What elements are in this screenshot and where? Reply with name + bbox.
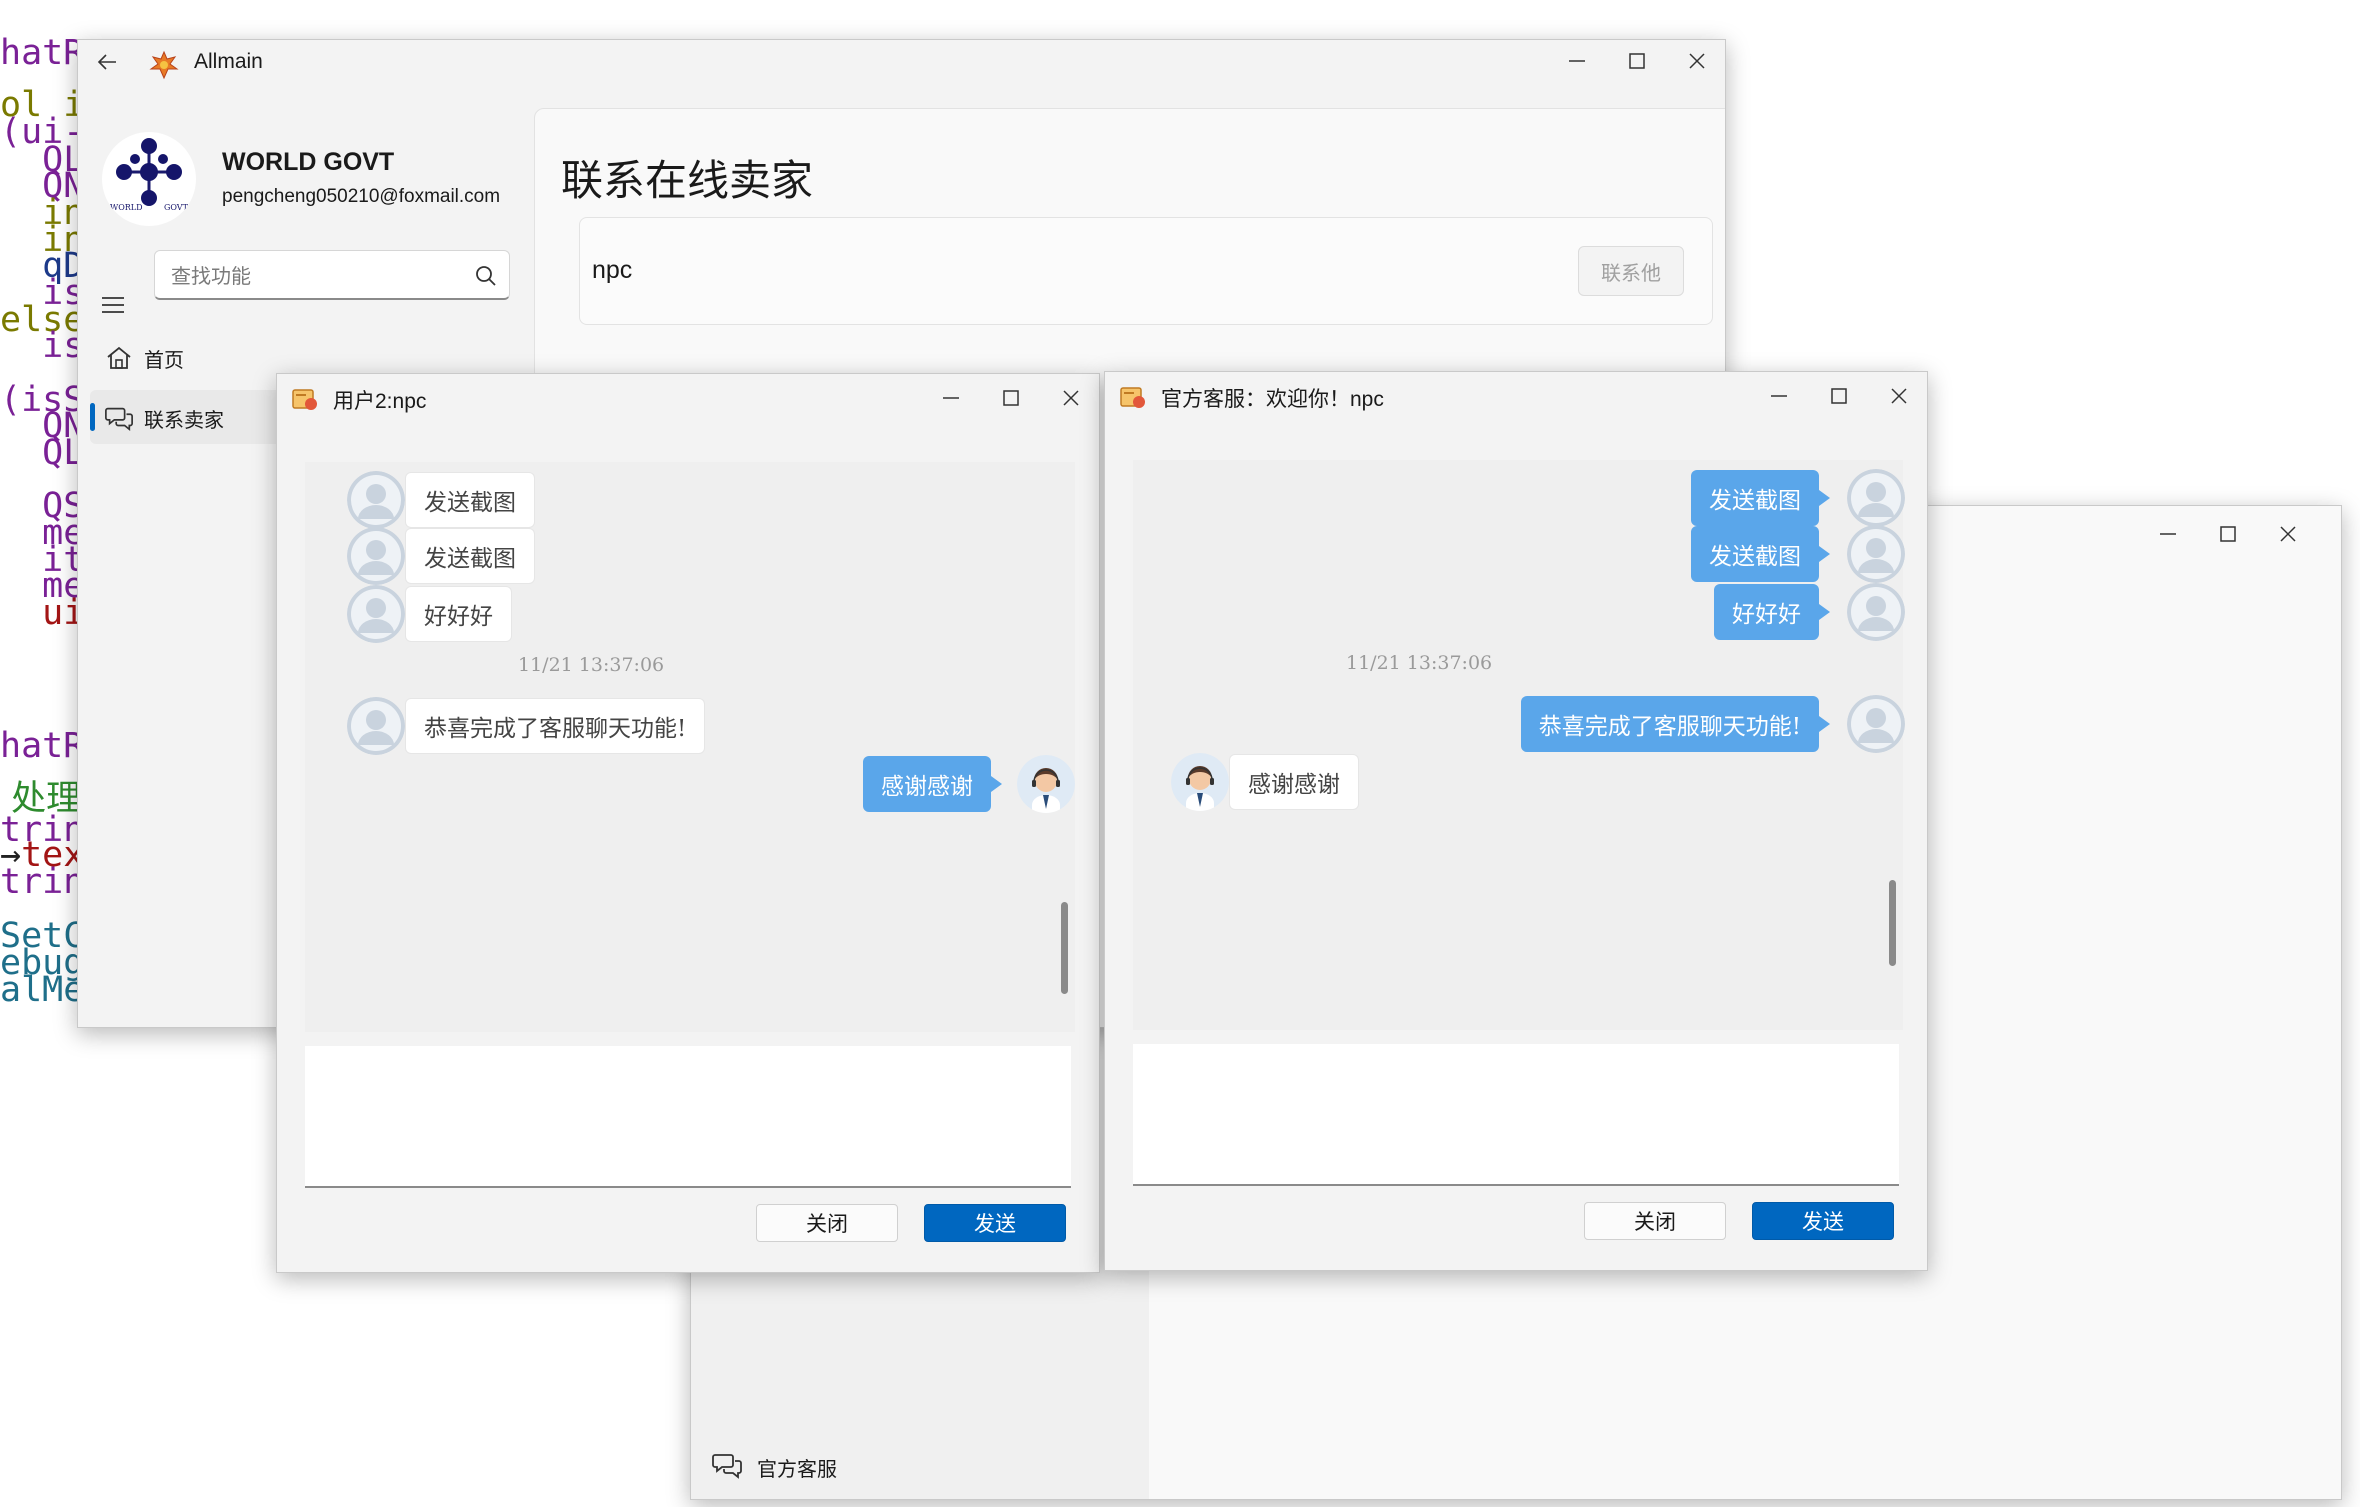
scrollbar-thumb[interactable]: [1889, 880, 1896, 966]
chat-app-icon: [292, 389, 317, 410]
code-line: ui: [0, 593, 84, 633]
message-timestamp: 11/21 13:37:06: [518, 654, 665, 676]
code-token: QL: [0, 433, 85, 473]
code-token: ui: [0, 593, 85, 633]
message-bubble: 恭喜完成了客服聊天功能!: [405, 698, 706, 754]
message-bubble: 发送截图: [405, 528, 535, 584]
seller-name: npc: [592, 256, 633, 284]
search-icon[interactable]: [473, 263, 499, 289]
titlebar: 官方客服：欢迎你！npc: [1105, 372, 1927, 420]
maximize-icon: [1003, 390, 1019, 406]
chat-message-area: 发送截图 发送截图 好好好 11/21 13:37:06 恭喜完成了客服聊天功能! 感谢感…: [305, 462, 1075, 1032]
code-line: hatR: [0, 33, 84, 73]
nav-item-label: 联系卖家: [144, 408, 224, 432]
maximize-button[interactable]: [2203, 514, 2253, 554]
message-bubble: 发送截图: [1691, 470, 1830, 526]
message-bubble: 好好好: [405, 586, 512, 642]
minimize-icon: [1569, 60, 1585, 62]
maximize-button[interactable]: [986, 378, 1036, 418]
minimize-icon: [943, 397, 959, 399]
maximize-button[interactable]: [1612, 41, 1662, 81]
message-bubble: 好好好: [1714, 584, 1830, 640]
chat-window-user: 用户2:npc 发送截图 发送截图 好好好 11/21 13:37:06 恭喜完成了客服…: [276, 373, 1100, 1273]
message-timestamp: 11/21 13:37:06: [1346, 652, 1493, 674]
profile-logo: WORLD GOVT: [102, 132, 196, 226]
minimize-button[interactable]: [1552, 41, 1602, 81]
message-bubble: 恭喜完成了客服聊天功能!: [1520, 696, 1831, 752]
close-icon: [2280, 526, 2296, 542]
default-avatar-icon: [347, 697, 405, 755]
nav-item-label: 官方客服: [757, 1457, 837, 1481]
message-input-box[interactable]: [1133, 1044, 1899, 1186]
maximize-icon: [1831, 388, 1847, 404]
chat-bubbles-icon: [105, 407, 133, 432]
search-box[interactable]: [154, 250, 510, 300]
code-token: hatR: [0, 33, 85, 73]
default-avatar-icon: [1847, 583, 1905, 641]
close-chat-button[interactable]: 关闭: [756, 1204, 898, 1242]
minimize-icon: [2160, 533, 2176, 535]
maximize-button[interactable]: [1814, 376, 1864, 416]
close-window-button[interactable]: [2263, 514, 2313, 554]
message-bubble: 发送截图: [405, 472, 535, 528]
send-button[interactable]: 发送: [924, 1204, 1066, 1242]
default-avatar-icon: [347, 471, 405, 529]
seller-card: npc 联系他: [579, 217, 1713, 325]
menu-hamburger-icon[interactable]: [98, 290, 128, 320]
close-window-button[interactable]: [1046, 378, 1096, 418]
code-line: is: [0, 326, 84, 366]
profile-name: WORLD GOVT: [222, 148, 395, 176]
close-chat-button[interactable]: 关闭: [1584, 1202, 1726, 1240]
minimize-button[interactable]: [2143, 514, 2193, 554]
default-avatar-icon: [1847, 525, 1905, 583]
close-icon: [1689, 53, 1705, 69]
code-token: is: [0, 326, 85, 366]
send-button[interactable]: 发送: [1752, 1202, 1894, 1240]
logo-text-right: GOVT: [164, 203, 189, 212]
minimize-button[interactable]: [926, 378, 976, 418]
close-window-button[interactable]: [1672, 41, 1722, 81]
close-icon: [1891, 388, 1907, 404]
window-title: 官方客服：欢迎你！npc: [1161, 388, 1384, 411]
maximize-icon: [1629, 53, 1645, 69]
maximize-icon: [2220, 526, 2236, 542]
page-title: 联系在线卖家: [561, 156, 814, 205]
logo-text-left: WORLD: [110, 203, 143, 212]
default-avatar-icon: [1847, 695, 1905, 753]
scrollbar-thumb[interactable]: [1061, 902, 1068, 994]
chat-window-service: 官方客服：欢迎你！npc 发送截图 发送截图 好好好 11/21 13:37:06 恭喜…: [1104, 371, 1928, 1271]
chat-bubbles-icon: [712, 1454, 742, 1479]
message-input[interactable]: [1133, 1044, 1899, 1184]
message-bubble: 感谢感谢: [863, 756, 1002, 812]
window-title: 用户2:npc: [333, 390, 427, 413]
message-input[interactable]: [305, 1046, 1071, 1186]
chat-message-area: 发送截图 发送截图 好好好 11/21 13:37:06 恭喜完成了客服聊天功能! 感谢感…: [1133, 460, 1905, 1030]
minimize-button[interactable]: [1754, 376, 1804, 416]
home-icon: [107, 346, 131, 369]
active-indicator: [90, 403, 95, 431]
message-bubble: 感谢感谢: [1229, 754, 1359, 810]
default-avatar-icon: [1847, 469, 1905, 527]
default-avatar-icon: [347, 527, 405, 585]
minimize-icon: [1771, 395, 1787, 397]
world-govt-logo-icon: WORLD GOVT: [110, 138, 189, 212]
titlebar: 用户2:npc: [277, 374, 1099, 422]
contact-seller-button[interactable]: 联系他: [1578, 246, 1684, 296]
nav-item-label: 首页: [144, 348, 184, 372]
agent-avatar-icon: [1171, 753, 1229, 811]
chat-app-icon: [1120, 387, 1145, 408]
message-input-box[interactable]: [305, 1046, 1071, 1188]
code-line: QL: [0, 433, 84, 473]
close-window-button[interactable]: [1874, 376, 1924, 416]
profile-email: pengcheng050210@foxmail.com: [222, 186, 501, 207]
default-avatar-icon: [347, 585, 405, 643]
search-input[interactable]: [169, 260, 463, 292]
agent-avatar-icon: [1017, 755, 1075, 813]
close-icon: [1063, 390, 1079, 406]
message-bubble: 发送截图: [1691, 526, 1830, 582]
